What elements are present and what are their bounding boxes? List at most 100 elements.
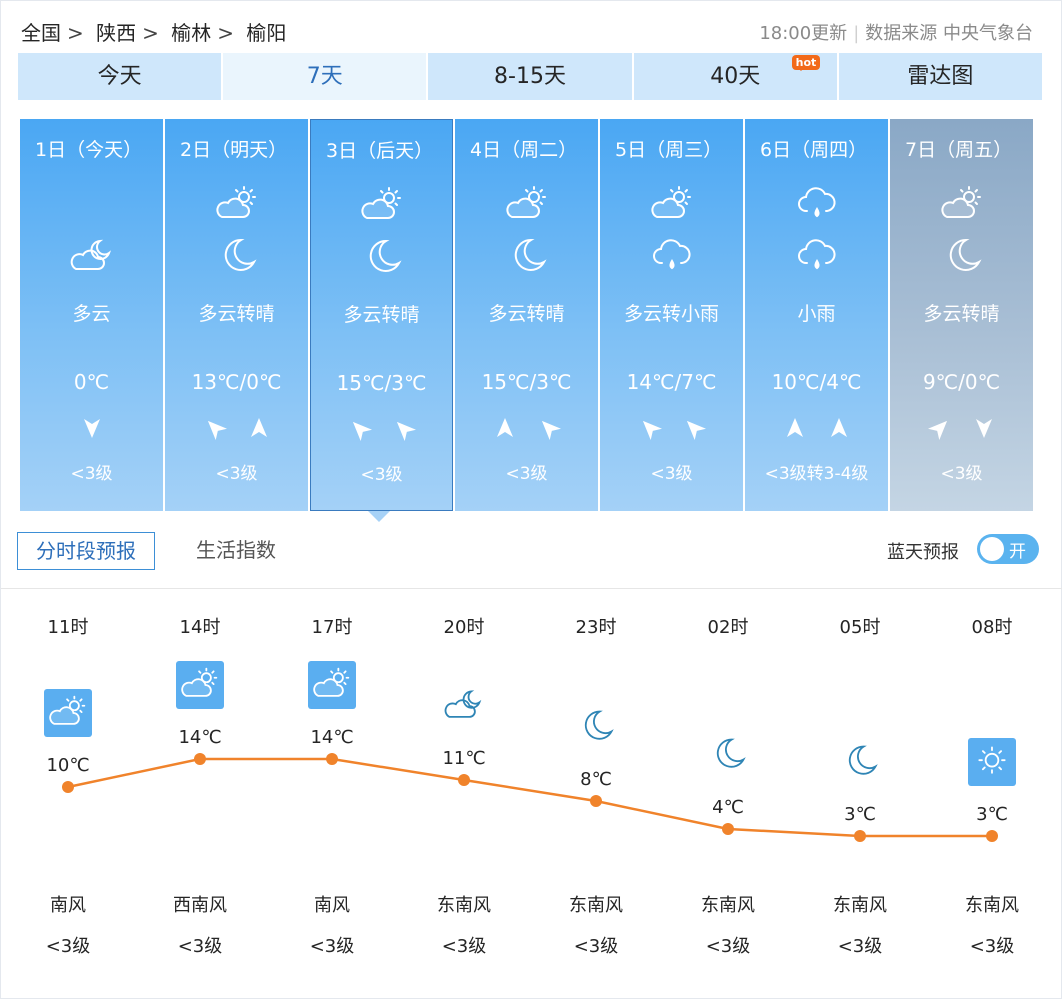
- tab-life-index[interactable]: 生活指数: [178, 532, 294, 570]
- breadcrumb-separator: >: [142, 21, 159, 45]
- temperature-point: [326, 753, 338, 765]
- breadcrumb: 全国 > 陕西 > 榆林 > 榆阳: [21, 17, 292, 46]
- hour-wind-level: <3级: [573, 936, 619, 957]
- tab-40day-label: 40天: [710, 64, 761, 89]
- hour-temperature: 3℃: [844, 804, 876, 825]
- day-date: 3日（后天）: [326, 140, 434, 162]
- day-temperature: 9℃/0℃: [922, 370, 1001, 394]
- data-source: 数据来源 中央气象台: [865, 23, 1033, 44]
- hour-wind-direction: 南风: [314, 895, 350, 916]
- day-date: 1日（今天）: [35, 139, 143, 161]
- south-wind-arrow-icon: [83, 419, 100, 438]
- moon-icon: [360, 236, 404, 276]
- toggle-label: 开: [1009, 542, 1026, 562]
- day-date: 6日（周四）: [760, 139, 868, 161]
- day-description: 多云转晴: [198, 303, 275, 325]
- day-card[interactable]: 4日（周二） 多云转晴 15℃/3℃ <3级: [455, 119, 598, 511]
- day-description: 多云转晴: [923, 303, 1000, 325]
- update-time: 18:00更新: [759, 23, 848, 44]
- moon-icon: [836, 738, 884, 786]
- tab-radar[interactable]: 雷达图: [838, 53, 1043, 100]
- tab-hourly-forecast[interactable]: 分时段预报: [17, 532, 155, 570]
- hour-temperature: 14℃: [178, 727, 222, 748]
- day-temperature: 15℃/3℃: [481, 370, 572, 394]
- light-rain-icon: [795, 183, 839, 223]
- weather-widget: 全国 > 陕西 > 榆林 > 榆阳 18:00更新 | 数据来源 中央气象台 今天 7天 …: [0, 0, 1062, 999]
- hour-temperature: 3℃: [976, 804, 1008, 825]
- bluesky-label: 蓝天预报: [887, 542, 959, 563]
- tab-7day[interactable]: 7天: [223, 53, 427, 100]
- northwest-wind-arrow-icon: [686, 420, 706, 440]
- northwest-wind-arrow-icon: [352, 421, 372, 441]
- day-description: 多云转小雨: [623, 303, 719, 325]
- wind-direction: [311, 417, 452, 441]
- day-card[interactable]: 7日（周五） 多云转晴 9℃/0℃ <3级: [890, 119, 1033, 511]
- breadcrumb-province[interactable]: 陕西: [96, 21, 136, 45]
- light-rain-icon: [795, 235, 839, 275]
- breadcrumb-separator: >: [217, 21, 235, 45]
- day-temperature: 10℃/4℃: [771, 370, 862, 394]
- wind-direction: [600, 416, 743, 440]
- divider: |: [853, 23, 860, 44]
- day-card[interactable]: 5日（周三） 多云转小雨 14℃/7℃ <3级: [600, 119, 743, 511]
- wind-direction: [745, 416, 888, 440]
- day-card[interactable]: 1日（今天） 多云 0℃ <3级: [20, 119, 163, 511]
- wind-level: <3级: [505, 464, 548, 484]
- bluesky-toggle[interactable]: 开: [977, 534, 1039, 564]
- breadcrumb-country[interactable]: 全国: [21, 21, 61, 45]
- north-wind-arrow-icon: [830, 418, 847, 437]
- day-card[interactable]: 6日（周四） 小雨 10℃/4℃ <3级转3-4级: [745, 119, 888, 511]
- hour-label: 23时: [575, 617, 617, 638]
- hour-temperature: 14℃: [310, 727, 354, 748]
- sunny-icon: [968, 738, 1016, 786]
- moon-icon: [505, 235, 549, 275]
- north-wind-arrow-icon: [786, 418, 803, 437]
- partly-cloudy-icon: [940, 183, 984, 223]
- day-date: 7日（周五）: [905, 139, 1013, 161]
- breadcrumb-district: 榆阳: [246, 21, 287, 45]
- night-cloudy-icon: [440, 682, 488, 730]
- hour-label: 20时: [443, 617, 485, 638]
- tab-8-15day[interactable]: 8-15天: [428, 53, 632, 100]
- hot-badge: hot: [791, 55, 821, 71]
- northwest-wind-arrow-icon: [541, 420, 561, 440]
- tab-40day[interactable]: 40天 hot: [633, 53, 837, 100]
- day-temperature: 15℃/3℃: [336, 371, 427, 395]
- moon-icon: [572, 703, 620, 751]
- hour-wind-level: <3级: [837, 936, 883, 957]
- breadcrumb-separator: >: [67, 21, 84, 45]
- hour-wind-level: <3级: [45, 936, 91, 957]
- wind-level: <3级转3-4级: [764, 464, 869, 484]
- temperature-point: [722, 823, 734, 835]
- day-temperature: 14℃/7℃: [626, 370, 717, 394]
- selected-day-pointer: [368, 511, 390, 522]
- day-card[interactable]: 2日（明天） 多云转晴 13℃/0℃ <3级: [165, 119, 308, 511]
- wind-level: <3级: [360, 465, 403, 485]
- hour-wind-level: <3级: [309, 936, 355, 957]
- partly-cloudy-icon: [360, 184, 404, 224]
- day-description: 多云转晴: [488, 303, 565, 325]
- partly-cloudy-icon: [308, 661, 356, 709]
- temperature-point: [194, 753, 206, 765]
- day-card[interactable]: 3日（后天） 多云转晴 15℃/3℃ <3级: [310, 119, 453, 511]
- hour-temperature: 10℃: [46, 755, 90, 776]
- hour-label: 17时: [311, 617, 353, 638]
- hour-wind-direction: 西南风: [173, 895, 227, 916]
- wind-direction: [890, 416, 1033, 440]
- tab-today[interactable]: 今天: [18, 53, 222, 100]
- wind-direction: [165, 416, 308, 440]
- moon-icon: [940, 235, 984, 275]
- breadcrumb-city[interactable]: 榆林: [171, 21, 211, 45]
- hour-wind-direction: 南风: [50, 895, 86, 916]
- northeast-wind-arrow-icon: [927, 420, 947, 440]
- wind-direction: [455, 416, 598, 440]
- hour-wind-direction: 东南风: [569, 895, 623, 916]
- hour-label: 08时: [971, 617, 1013, 638]
- day-date: 5日（周三）: [615, 139, 723, 161]
- wind-level: <3级: [70, 464, 113, 484]
- south-wind-arrow-icon: [975, 419, 992, 438]
- hour-label: 11时: [47, 617, 89, 638]
- temperature-point: [986, 830, 998, 842]
- hour-wind-direction: 东南风: [965, 895, 1019, 916]
- night-cloudy-icon: [70, 235, 114, 275]
